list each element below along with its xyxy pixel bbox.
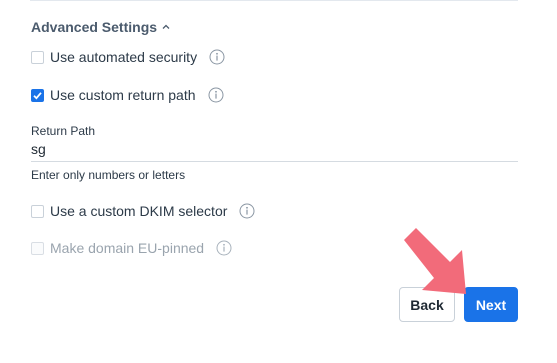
option-eu-pinned: Make domain EU-pinned <box>31 240 232 256</box>
info-icon[interactable] <box>216 240 232 256</box>
advanced-settings-toggle[interactable]: Advanced Settings <box>31 19 171 35</box>
return-path-label: Return Path <box>31 124 96 138</box>
chevron-up-icon <box>161 22 171 32</box>
info-icon[interactable] <box>239 203 255 219</box>
info-icon[interactable] <box>208 87 224 103</box>
automated-security-label: Use automated security <box>50 49 198 65</box>
checkmark-icon <box>33 91 42 100</box>
top-divider <box>30 0 518 1</box>
custom-return-path-label: Use custom return path <box>50 87 196 103</box>
custom-dkim-selector-checkbox[interactable] <box>31 204 44 218</box>
automated-security-checkbox[interactable] <box>31 50 44 64</box>
return-path-helper-text: Enter only numbers or letters <box>31 168 186 182</box>
option-automated-security[interactable]: Use automated security <box>31 49 225 65</box>
next-button[interactable]: Next <box>464 287 518 322</box>
advanced-settings-title: Advanced Settings <box>31 19 158 35</box>
back-button[interactable]: Back <box>399 287 455 322</box>
return-path-field: Return Path <box>31 123 518 162</box>
option-custom-dkim-selector[interactable]: Use a custom DKIM selector <box>31 203 255 219</box>
return-path-input[interactable] <box>31 139 518 162</box>
custom-dkim-selector-label: Use a custom DKIM selector <box>50 203 228 219</box>
option-custom-return-path[interactable]: Use custom return path <box>31 87 224 103</box>
custom-return-path-checkbox[interactable] <box>31 88 44 102</box>
eu-pinned-label: Make domain EU-pinned <box>50 240 205 256</box>
eu-pinned-checkbox <box>31 241 44 255</box>
info-icon[interactable] <box>209 49 225 65</box>
advanced-settings-panel: Advanced Settings Use automated security… <box>0 0 557 363</box>
